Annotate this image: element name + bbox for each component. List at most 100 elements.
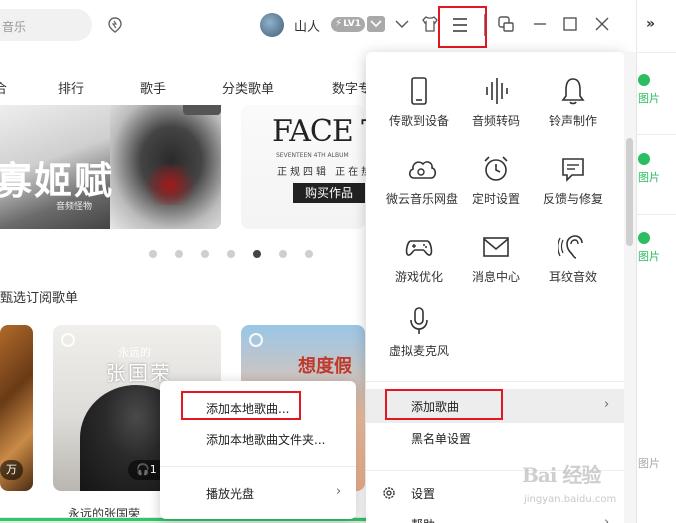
alarm-clock-icon	[484, 156, 508, 181]
watermark-url: jingyan.baidu.com	[524, 494, 617, 505]
side-item-label: 图片	[638, 457, 660, 470]
tool-transfer-device[interactable]: 传歌到设备	[379, 76, 459, 129]
side-item-label: 图片	[638, 171, 660, 184]
tool-label: 反馈与修复	[542, 192, 603, 206]
search-box[interactable]: 音乐	[0, 9, 92, 41]
submenu-item-add-local-folder[interactable]: 添加本地歌曲文件夹...	[206, 431, 325, 448]
submenu-item-play-disc[interactable]: 播放光盘	[206, 485, 254, 502]
banner-title: 寡姬赋	[0, 158, 115, 203]
tool-timer[interactable]: 定时设置	[456, 154, 536, 207]
carousel-dot[interactable]	[149, 250, 157, 258]
side-item-label: 图片	[638, 92, 660, 105]
add-local-song-highlight	[181, 391, 301, 420]
menu-divider	[366, 381, 625, 382]
banner-art-accent	[140, 165, 200, 205]
tab-charts[interactable]: 排行	[58, 78, 84, 97]
bolt-icon: ⚡	[335, 18, 343, 29]
divider	[636, 52, 676, 53]
menu-item-settings[interactable]: 设置	[411, 485, 435, 502]
tool-label: 耳纹音效	[548, 270, 597, 284]
feedback-icon	[562, 158, 584, 182]
message-badge-icon[interactable]	[367, 16, 385, 32]
carousel-dot[interactable]	[279, 250, 287, 258]
menu-divider	[160, 466, 356, 467]
tool-ringtone[interactable]: 铃声制作	[533, 76, 613, 129]
mini-mode-icon[interactable]	[497, 15, 515, 33]
skin-icon[interactable]	[420, 14, 440, 34]
tool-message-center[interactable]: 消息中心	[456, 232, 536, 285]
divider	[636, 134, 676, 135]
green-dot-icon	[638, 153, 650, 165]
side-item[interactable]: 图片	[638, 232, 668, 264]
cover-title: 想度假	[298, 356, 352, 377]
divider	[636, 214, 676, 215]
menu-item-blacklist[interactable]: 黑名单设置	[411, 430, 471, 447]
tool-label: 虚拟麦克风	[388, 344, 449, 358]
tool-label: 铃声制作	[548, 114, 597, 128]
scrollbar-track[interactable]	[624, 52, 636, 523]
carousel-dot[interactable]	[201, 250, 209, 258]
side-item[interactable]: 图片	[638, 74, 668, 106]
menu-item-help[interactable]: 帮助	[411, 516, 435, 523]
username[interactable]: 山人	[294, 16, 320, 35]
phone-icon	[411, 77, 427, 105]
carousel-dot-active[interactable]	[253, 250, 261, 258]
bell-icon	[561, 78, 585, 105]
mail-icon	[483, 237, 509, 257]
playlist-type-icon	[61, 333, 75, 347]
tool-label: 定时设置	[471, 192, 520, 206]
tab-recommend[interactable]: 合	[0, 78, 7, 97]
menu-button-highlight	[438, 6, 487, 48]
scrollbar-thumb[interactable]	[626, 138, 633, 246]
waveform-icon	[486, 78, 508, 104]
banner-tag	[183, 105, 221, 115]
gamepad-icon	[405, 240, 433, 256]
nav-tabs: 合 排行 歌手 分类歌单 数字专	[0, 78, 400, 98]
ear-icon	[558, 235, 583, 259]
section-title: 甄选订阅歌单	[0, 291, 79, 306]
tab-playlists[interactable]: 分类歌单	[222, 78, 274, 97]
tool-cloud-disk[interactable]: 微云音乐网盘	[382, 154, 462, 207]
tool-virtual-mic[interactable]: 虚拟麦克风	[379, 306, 459, 359]
playlist-type-icon	[249, 333, 263, 347]
tool-label: 微云音乐网盘	[385, 192, 458, 206]
side-item-label: 图片	[638, 250, 660, 263]
chevron-right-icon: ›	[604, 515, 610, 523]
close-icon[interactable]	[593, 15, 611, 33]
add-song-highlight	[385, 389, 503, 420]
tool-audio-convert[interactable]: 音频转码	[456, 76, 536, 129]
microphone-icon	[410, 307, 428, 334]
play-count-badge: 万	[0, 460, 23, 480]
banner-subtitle: 音频怪物	[56, 202, 93, 212]
tool-feedback[interactable]: 反馈与修复	[533, 154, 613, 207]
gear-icon	[383, 487, 395, 499]
chevron-right-icon: ›	[336, 484, 342, 499]
listen-recognize-icon[interactable]	[105, 15, 125, 35]
carousel-dot[interactable]	[227, 250, 235, 258]
tool-label: 消息中心	[471, 270, 520, 284]
cloud-icon	[408, 161, 437, 179]
tab-singers[interactable]: 歌手	[140, 78, 166, 97]
buy-album-button[interactable]: 购买作品	[293, 183, 365, 203]
avatar[interactable]	[260, 13, 284, 37]
green-dot-icon	[638, 74, 650, 86]
maximize-icon[interactable]	[561, 15, 579, 33]
titlebar-divider	[484, 14, 485, 36]
search-input[interactable]: 音乐	[2, 18, 26, 35]
carousel-dot[interactable]	[305, 250, 313, 258]
carousel-dot[interactable]	[175, 250, 183, 258]
tool-label: 传歌到设备	[388, 114, 449, 128]
album-subtitle: SEVENTEEN 4TH ALBUM	[276, 152, 349, 159]
tool-ear-sound[interactable]: 耳纹音效	[533, 232, 613, 285]
headphone-icon: 🎧	[136, 463, 150, 476]
tool-label: 音频转码	[471, 114, 520, 128]
minimize-icon[interactable]	[531, 15, 549, 33]
side-item[interactable]: 图片	[638, 153, 668, 185]
tool-label: 游戏优化	[394, 270, 443, 284]
tool-game-optimize[interactable]: 游戏优化	[379, 232, 459, 285]
green-dot-icon	[638, 232, 650, 244]
watermark-logo: Bai 经验	[522, 463, 601, 487]
chevron-right-icon: ›	[604, 397, 610, 412]
chevron-down-icon[interactable]	[394, 16, 410, 32]
expand-icon[interactable]: »	[646, 16, 655, 32]
